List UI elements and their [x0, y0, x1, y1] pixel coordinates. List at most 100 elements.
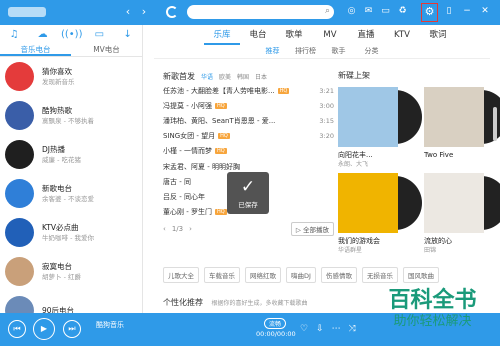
- gear-icon[interactable]: ⚙: [422, 4, 437, 20]
- radio-item[interactable]: 猜你喜欢 发现新音乐: [0, 57, 142, 96]
- tag-button[interactable]: 国风歌曲: [402, 267, 439, 283]
- tab-sub[interactable]: 歌手: [322, 45, 355, 57]
- album-title: 流放的心: [424, 237, 452, 245]
- forward-icon[interactable]: ›: [138, 6, 150, 18]
- download-icon[interactable]: ↓: [118, 29, 138, 40]
- filter-tab[interactable]: 华语: [201, 72, 213, 81]
- more-icon[interactable]: ⋯: [332, 324, 341, 334]
- tab-sub[interactable]: 分类: [355, 45, 388, 57]
- tab-main[interactable]: MV: [312, 27, 348, 45]
- tab-sub[interactable]: 排行榜: [289, 45, 322, 57]
- album-card[interactable]: 向阳花丰... 永朗、大飞: [338, 87, 422, 169]
- song-name: 冯提莫 - 小阿强 HQ: [163, 101, 313, 111]
- hq-badge: HQ: [214, 148, 227, 155]
- prev-page-button[interactable]: ‹: [163, 225, 166, 233]
- search-input[interactable]: ⌕: [187, 5, 334, 19]
- album-card[interactable]: Two Five: [424, 87, 500, 169]
- game-icon[interactable]: ◎: [346, 5, 357, 17]
- play-all-button[interactable]: ▷ 全部播放: [290, 221, 334, 236]
- song-row[interactable]: 小槿 - 一情而梦 HQ: [163, 144, 334, 159]
- search-icon[interactable]: ⌕: [325, 6, 330, 16]
- tab-main[interactable]: 直播: [348, 27, 384, 45]
- now-playing-title: 酷狗音乐: [96, 321, 124, 329]
- album-cover[interactable]: [338, 173, 422, 233]
- filter-tab[interactable]: 韩国: [237, 72, 249, 81]
- checkmark-icon: ✓: [240, 177, 256, 197]
- radio-title: DJ热播: [42, 145, 65, 154]
- computer-icon[interactable]: ▭: [89, 29, 109, 40]
- tab-mv-radio[interactable]: MV电台: [71, 43, 142, 56]
- refresh-icon[interactable]: [166, 6, 178, 18]
- minimize-icon[interactable]: −: [462, 5, 472, 17]
- tab-main[interactable]: KTV: [384, 27, 420, 45]
- album-art: [338, 173, 398, 233]
- play-button[interactable]: ▶: [33, 318, 55, 340]
- music-note-icon[interactable]: ♫: [4, 29, 24, 40]
- song-row[interactable]: 冯提莫 - 小阿强 HQ 3:00: [163, 98, 334, 113]
- tag-button[interactable]: 嗨曲DJ: [286, 267, 316, 283]
- album-cover[interactable]: [424, 173, 500, 233]
- next-page-button[interactable]: ›: [189, 225, 192, 233]
- album-card[interactable]: 我们的游戏会 华语群星: [338, 173, 422, 255]
- radio-item[interactable]: 寂寞电台 胡萝卜 - 红爵: [0, 252, 142, 291]
- scrollbar[interactable]: [493, 107, 497, 141]
- radio-thumb: [5, 257, 34, 286]
- radio-icon[interactable]: ((•)): [61, 29, 83, 40]
- watermark-subtitle: 助你轻松解决: [393, 314, 472, 329]
- next-track-button[interactable]: ⏭: [63, 320, 81, 338]
- filter-tab[interactable]: 欧美: [219, 72, 231, 81]
- album-cover[interactable]: [338, 87, 422, 147]
- radio-subtitle: 寞飘泉 - 不够执着: [42, 117, 94, 125]
- prev-track-button[interactable]: ⏮: [8, 320, 26, 338]
- album-card[interactable]: 流放的心 田锦: [424, 173, 500, 255]
- tab-main[interactable]: 乐库: [204, 27, 240, 45]
- song-title: 潘玮柏、黄阳、SeanT肖恩恩 - 爱...: [163, 116, 276, 125]
- radio-item[interactable]: 酷狗热歌 寞飘泉 - 不够执着: [0, 96, 142, 135]
- album-cover[interactable]: [424, 87, 500, 147]
- tag-button[interactable]: 网络红歌: [245, 267, 281, 283]
- radio-thumb: [5, 101, 34, 130]
- song-title: SING女团 - 望月: [163, 132, 216, 141]
- song-row[interactable]: SING女团 - 望月 HQ 3:20: [163, 129, 334, 144]
- radio-thumb: [5, 218, 34, 247]
- tab-main[interactable]: 歌单: [276, 27, 312, 45]
- tag-button[interactable]: 车载音乐: [204, 267, 240, 283]
- shuffle-icon[interactable]: ⤨: [349, 324, 356, 334]
- album-title: 向阳花丰...: [338, 151, 373, 159]
- song-title: 冯提莫 - 小阿强: [163, 101, 212, 110]
- song-row[interactable]: 任苏池 - 大翻脸差【青人劳唯电影... HQ 3:21: [163, 83, 334, 98]
- radio-item[interactable]: DJ热播 威廉 - 吃花猪: [0, 135, 142, 174]
- song-row[interactable]: 潘玮柏、黄阳、SeanT肖恩恩 - 爱... 3:15: [163, 113, 334, 128]
- heart-icon[interactable]: ♡: [300, 324, 308, 334]
- radio-item[interactable]: KTV必点曲 牛奶咖啡 - 我爱你: [0, 213, 142, 252]
- message-icon[interactable]: ✉: [363, 5, 374, 17]
- settings-button[interactable]: ⚙: [421, 3, 438, 22]
- album-title: 我们的游戏会: [338, 237, 380, 245]
- tab-music-radio[interactable]: 音乐电台: [0, 43, 71, 56]
- close-icon[interactable]: ✕: [480, 5, 490, 17]
- radio-thumb: [5, 62, 34, 91]
- song-name: 任苏池 - 大翻脸差【青人劳唯电影... HQ: [163, 86, 313, 96]
- skin-icon[interactable]: ♻: [397, 5, 408, 17]
- radio-item[interactable]: 新歌电台 余客婆 - 不谈恋爱: [0, 174, 142, 213]
- tab-main[interactable]: 歌词: [420, 27, 456, 45]
- mail-icon[interactable]: ▭: [380, 5, 391, 17]
- cloud-icon[interactable]: ☁: [33, 29, 53, 40]
- saved-toast: ✓ 已保存: [227, 172, 269, 214]
- album-artist: 田锦: [424, 247, 437, 254]
- tag-button[interactable]: 无损音乐: [361, 267, 398, 283]
- download-icon[interactable]: ⇩: [316, 324, 324, 334]
- song-title: 唐古 - 同: [163, 177, 191, 186]
- song-title: 任苏池 - 大翻脸差【青人劳唯电影...: [163, 86, 275, 95]
- radio-subtitle: 余客婆 - 不谈恋爱: [42, 195, 94, 203]
- back-icon[interactable]: ‹: [122, 6, 134, 18]
- quality-mode-button[interactable]: 流畅: [264, 318, 287, 329]
- tag-button[interactable]: 儿歌大全: [163, 267, 199, 283]
- new-songs-title: 新歌首发: [163, 71, 195, 81]
- tab-sub[interactable]: 推荐: [256, 45, 289, 57]
- tab-main[interactable]: 电台: [240, 27, 276, 45]
- mini-mode-icon[interactable]: ▯: [444, 5, 454, 17]
- filter-tab[interactable]: 日本: [255, 72, 267, 81]
- tag-button[interactable]: 伤感情歌: [320, 267, 357, 283]
- sidebar: ♫ ☁ ((•)) ▭ ↓ 音乐电台 MV电台 猜你喜欢 发现新音乐 酷狗热歌 寞飘泉…: [0, 25, 143, 325]
